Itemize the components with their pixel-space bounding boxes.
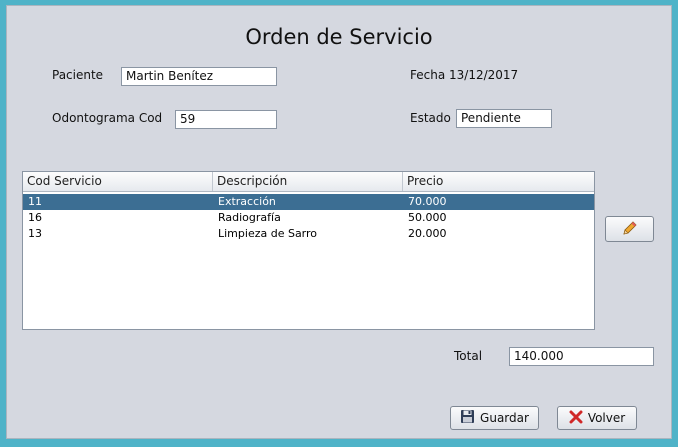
table-row[interactable]: 11 Extracción 70.000 <box>23 194 594 210</box>
paciente-field[interactable]: Martin Benítez <box>121 67 277 86</box>
table-row[interactable]: 13 Limpieza de Sarro 20.000 <box>23 226 594 242</box>
cell-descripcion: Limpieza de Sarro <box>218 227 318 240</box>
page-title: Orden de Servicio <box>245 25 433 49</box>
odontograma-label: Odontograma Cod <box>52 111 163 125</box>
cell-precio: 50.000 <box>408 211 447 224</box>
cell-descripcion: Extracción <box>218 195 276 208</box>
orden-servicio-panel: Orden de Servicio Paciente Martin Beníte… <box>6 5 672 439</box>
floppy-disk-icon <box>460 409 475 427</box>
odontograma-field[interactable]: 59 <box>175 110 277 129</box>
edit-button[interactable] <box>605 216 654 242</box>
volver-button[interactable]: Volver <box>557 406 637 430</box>
pencil-icon <box>622 220 638 239</box>
servicios-table[interactable]: Cod Servicio Descripción Precio 11 Extra… <box>22 171 595 330</box>
table-header: Cod Servicio Descripción Precio <box>23 172 594 192</box>
guardar-button[interactable]: Guardar <box>450 406 539 430</box>
cell-precio: 70.000 <box>408 195 447 208</box>
fecha-text: Fecha 13/12/2017 <box>410 68 519 82</box>
column-header-precio[interactable]: Precio <box>403 172 594 191</box>
estado-field[interactable]: Pendiente <box>456 109 552 128</box>
cell-cod: 13 <box>28 227 42 240</box>
cell-cod: 16 <box>28 211 42 224</box>
total-label: Total <box>454 349 483 363</box>
paciente-label: Paciente <box>52 68 104 82</box>
total-field[interactable]: 140.000 <box>509 347 654 366</box>
table-row[interactable]: 16 Radiografía 50.000 <box>23 210 594 226</box>
volver-label: Volver <box>587 411 626 425</box>
estado-label: Estado <box>410 111 451 125</box>
guardar-label: Guardar <box>480 411 529 425</box>
window: Orden de Servicio Paciente Martin Beníte… <box>0 0 678 447</box>
cell-precio: 20.000 <box>408 227 447 240</box>
red-x-icon <box>569 410 583 427</box>
column-header-descripcion[interactable]: Descripción <box>213 172 403 191</box>
column-header-cod[interactable]: Cod Servicio <box>23 172 213 191</box>
cell-cod: 11 <box>28 195 42 208</box>
cell-descripcion: Radiografía <box>218 211 281 224</box>
